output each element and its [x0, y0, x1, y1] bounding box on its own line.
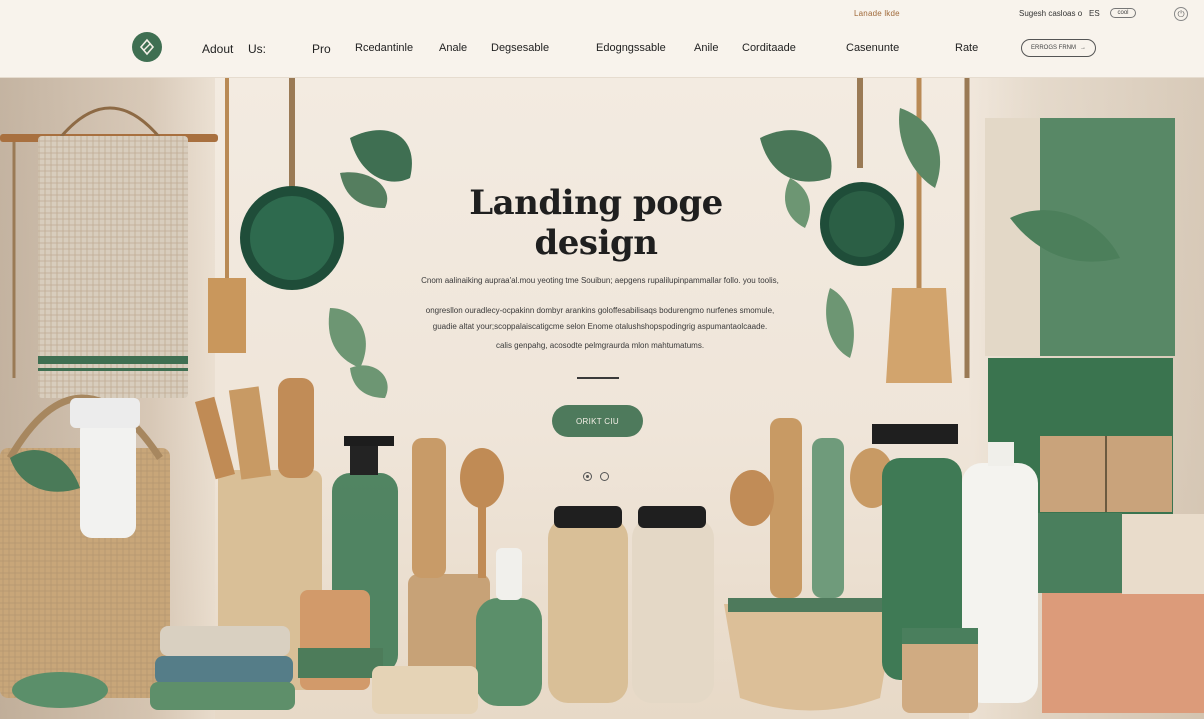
site-header: Lanade lkde Sugesh casloas o ES cool ⏻ A… [0, 0, 1204, 78]
power-icon[interactable]: ⏻ [1174, 7, 1188, 21]
topbar-link[interactable]: Lanade lkde [854, 9, 900, 18]
nav-item-anile[interactable]: Anile [694, 42, 718, 54]
hero-text-line2: ongresllon ouradlecy-ocpakinn dombyr ara… [425, 306, 775, 315]
header-cta-button[interactable]: ERROGS FRNM → [1021, 39, 1096, 57]
nav-item-edogngssable[interactable]: Edogngssable [596, 42, 666, 54]
nav-item-rate[interactable]: Rate [955, 42, 978, 54]
eco-products-illustration [0, 78, 1204, 714]
language-selector[interactable]: ES [1089, 9, 1100, 18]
hero-title: Landing poge design [396, 183, 796, 263]
hero-text-line4: calis genpahg, acosodte pelmgraurda mlon… [495, 341, 705, 350]
hero-text-line1: Cnom aalinaiking aupraa'al.mou yeoting t… [421, 276, 779, 285]
hero-section: Landing poge design Cnom aalinaiking aup… [0, 78, 1204, 719]
nav-item-casenunte[interactable]: Casenunte [846, 42, 899, 54]
header-cta-label: ERROGS FRNM [1031, 45, 1076, 51]
nav-item-degsesable[interactable]: Degsesable [491, 42, 549, 54]
nav-item-pro[interactable]: Pro [312, 42, 331, 56]
nav-item-corditaade[interactable]: Corditaade [742, 42, 796, 54]
carousel-dot-2[interactable] [600, 472, 609, 481]
nav-item-anale[interactable]: Anale [439, 42, 467, 54]
topbar-suggest-text[interactable]: Sugesh casloas o [1019, 9, 1082, 18]
hero-title-line1: Landing poge [469, 183, 723, 223]
nav-item-recentanile[interactable]: Rcedantinle [355, 42, 413, 54]
leaf-logo-icon[interactable] [132, 32, 162, 62]
nav-item-us[interactable]: Us: [248, 42, 266, 56]
hero-text-line3: guadie altat your;scoppalaiscatigcme sel… [432, 322, 768, 331]
hero-divider [577, 377, 619, 379]
hero-cta-button[interactable]: ORIKT CIU [552, 405, 643, 437]
arrow-right-icon: → [1080, 45, 1086, 51]
topbar-pill-button[interactable]: cool [1110, 8, 1136, 18]
hero-title-line2: design [534, 223, 658, 263]
carousel-dot-1[interactable] [583, 472, 592, 481]
nav-item-about[interactable]: Adout [202, 42, 233, 56]
